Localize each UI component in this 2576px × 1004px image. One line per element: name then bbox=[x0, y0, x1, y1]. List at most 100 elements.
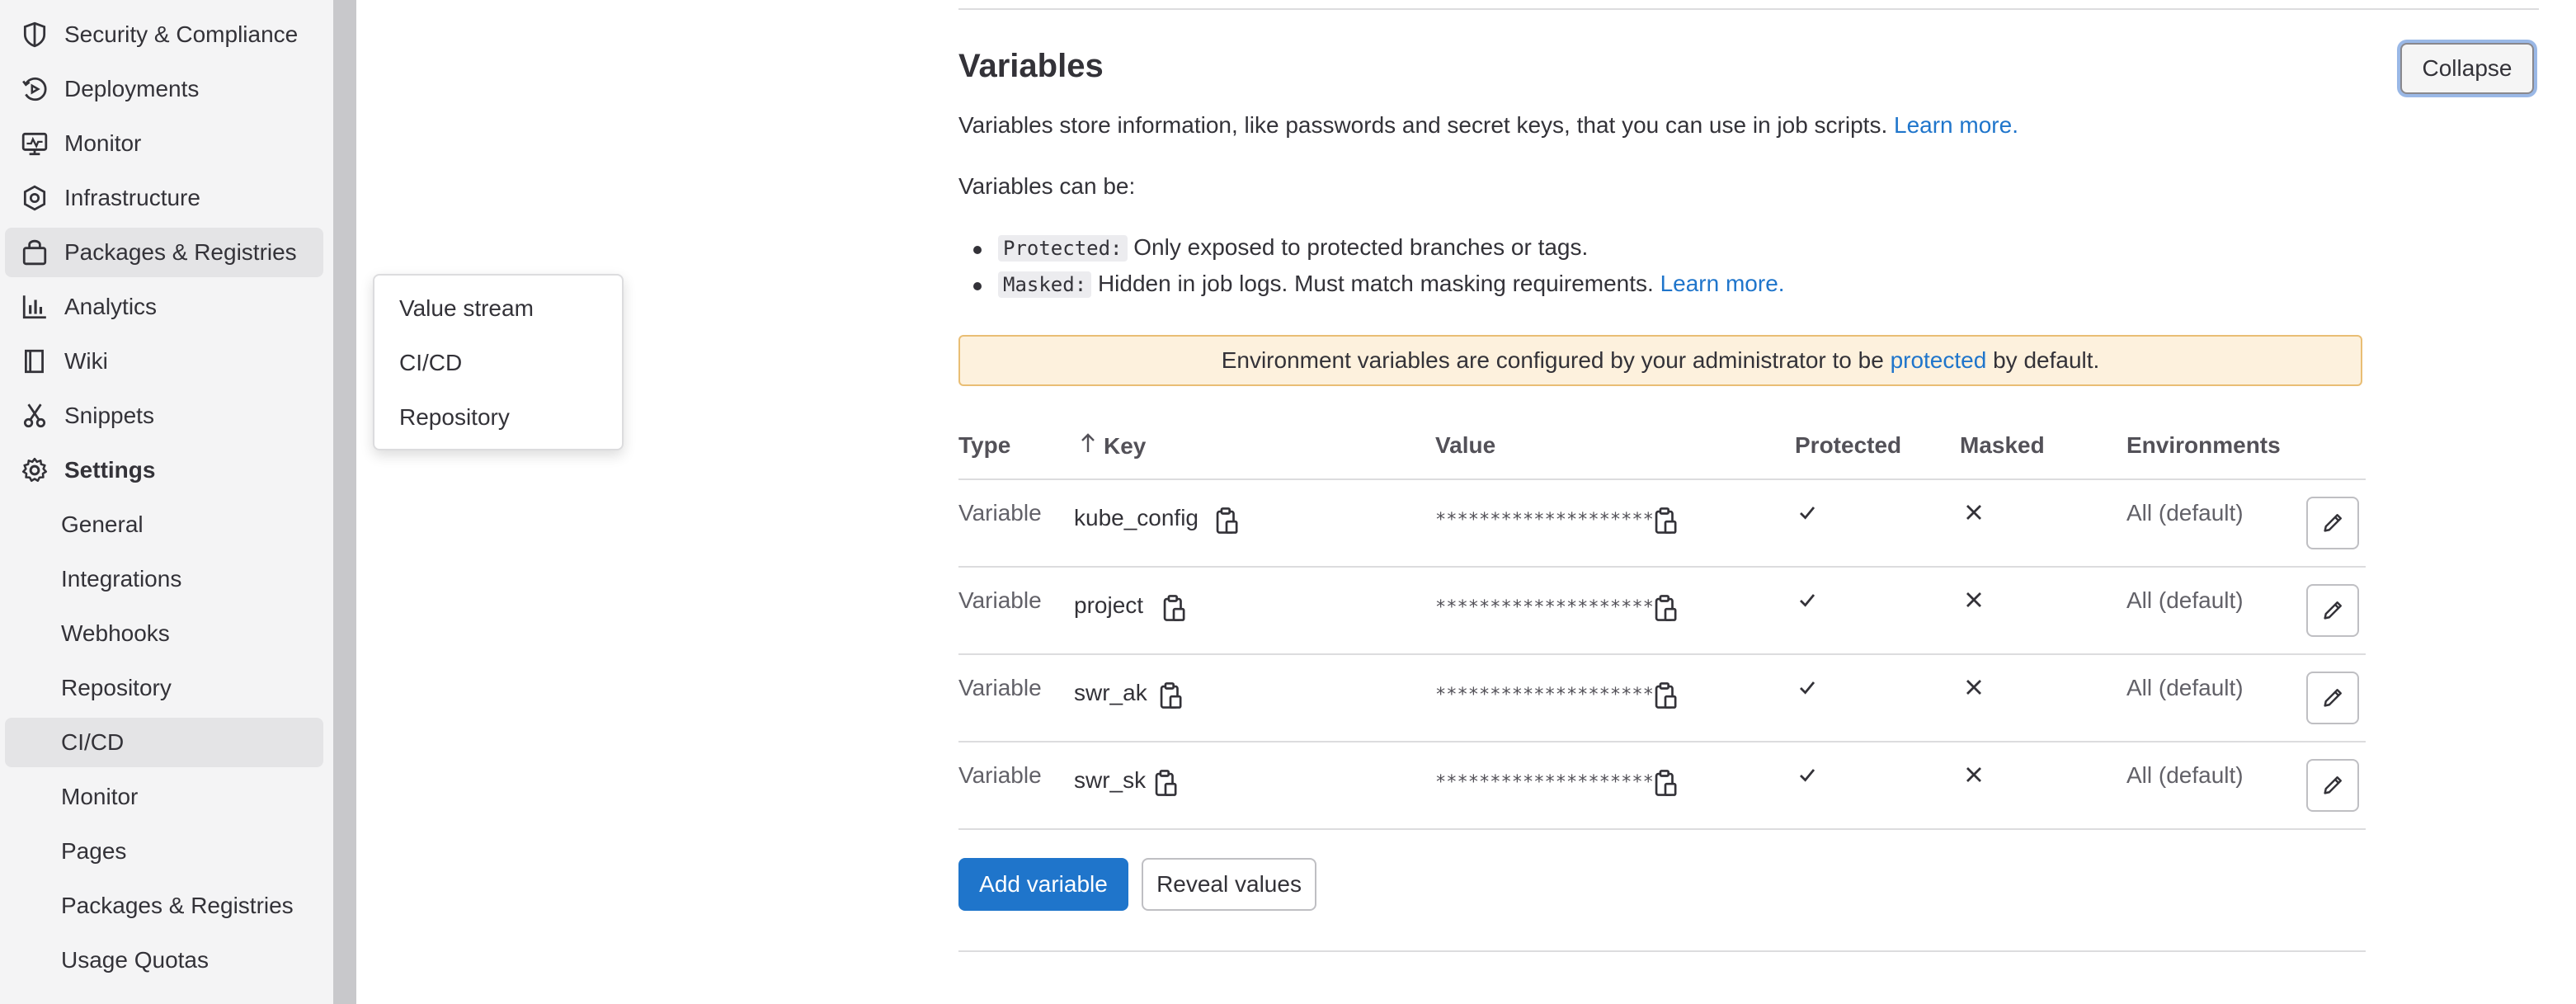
check-icon bbox=[1797, 676, 1818, 702]
sidebar-item-settings[interactable]: Settings bbox=[5, 445, 323, 495]
settings-subitem-repository[interactable]: Repository bbox=[5, 663, 323, 713]
settings-subitem-integrations[interactable]: Integrations bbox=[5, 554, 323, 604]
shield-icon bbox=[18, 18, 51, 51]
add-variable-button[interactable]: Add variable bbox=[958, 858, 1128, 911]
copy-key-icon[interactable] bbox=[1161, 594, 1186, 626]
settings-subitem-monitor[interactable]: Monitor bbox=[5, 772, 323, 822]
analytics-icon bbox=[18, 290, 51, 323]
sidebar-item-label: Security & Compliance bbox=[64, 21, 299, 47]
sidebar-item-label: Analytics bbox=[64, 294, 158, 319]
section-description: Variables store information, like passwo… bbox=[958, 112, 2018, 139]
sidebar: Security & Compliance Deployments Monito… bbox=[0, 0, 356, 1004]
copy-value-icon[interactable] bbox=[1653, 769, 1678, 801]
close-icon bbox=[1963, 589, 1985, 615]
key-header-label: Key bbox=[1104, 433, 1147, 459]
pencil-icon bbox=[2320, 686, 2345, 710]
cell-type: Variable bbox=[958, 587, 1042, 613]
sidebar-item-deployments[interactable]: Deployments bbox=[5, 64, 323, 114]
settings-subitem-pages[interactable]: Pages bbox=[5, 827, 323, 876]
settings-subitem-usage-quotas[interactable]: Usage Quotas bbox=[5, 936, 323, 985]
section-title: Variables bbox=[958, 48, 1104, 84]
cell-type: Variable bbox=[958, 762, 1042, 788]
sidebar-item-snippets[interactable]: Snippets bbox=[5, 391, 323, 441]
col-header-protected: Protected bbox=[1795, 432, 1902, 458]
col-header-key[interactable]: Key bbox=[1081, 432, 1146, 460]
edit-variable-button[interactable] bbox=[2306, 672, 2359, 724]
collapse-button[interactable]: Collapse bbox=[2400, 43, 2534, 94]
copy-value-icon[interactable] bbox=[1653, 507, 1678, 539]
edit-variable-button[interactable] bbox=[2306, 497, 2359, 549]
masked-description: Hidden in job logs. Must match masking r… bbox=[1097, 271, 1654, 296]
flyout-item-cicd[interactable]: CI/CD bbox=[374, 338, 622, 388]
col-header-environments: Environments bbox=[2126, 432, 2281, 458]
subitem-label: CI/CD bbox=[61, 729, 125, 755]
sidebar-item-security-compliance[interactable]: Security & Compliance bbox=[5, 10, 323, 59]
sidebar-item-packages-registries[interactable]: Packages & Registries bbox=[5, 228, 323, 277]
sidebar-item-label: Snippets bbox=[64, 403, 154, 428]
subitem-label: Repository bbox=[61, 675, 172, 700]
cell-value: ******************** bbox=[1435, 772, 1654, 793]
subitem-label: Usage Quotas bbox=[61, 947, 209, 973]
copy-key-icon[interactable] bbox=[1158, 681, 1183, 714]
flyout-item-label: Value stream bbox=[399, 295, 534, 321]
sidebar-item-analytics[interactable]: Analytics bbox=[5, 282, 323, 332]
subitem-label: Monitor bbox=[61, 784, 139, 809]
masked-bullet: Masked: Hidden in job logs. Must match m… bbox=[973, 271, 1785, 298]
edit-variable-button[interactable] bbox=[2306, 584, 2359, 637]
copy-value-icon[interactable] bbox=[1653, 681, 1678, 714]
protected-description: Only exposed to protected branches or ta… bbox=[1133, 234, 1589, 260]
settings-subitem-packages-registries[interactable]: Packages & Registries bbox=[5, 881, 323, 931]
alert-text-end: by default. bbox=[1993, 347, 2100, 373]
section-divider bbox=[958, 8, 2539, 10]
flyout-item-value-stream[interactable]: Value stream bbox=[374, 284, 622, 333]
infrastructure-icon bbox=[18, 181, 51, 214]
sidebar-item-monitor[interactable]: Monitor bbox=[5, 119, 323, 168]
reveal-values-button[interactable]: Reveal values bbox=[1142, 858, 1316, 911]
settings-subitem-webhooks[interactable]: Webhooks bbox=[5, 609, 323, 658]
learn-more-link[interactable]: Learn more. bbox=[1894, 112, 2018, 138]
subitem-label: General bbox=[61, 511, 144, 537]
check-icon bbox=[1797, 502, 1818, 527]
pencil-icon bbox=[2320, 598, 2345, 623]
pencil-icon bbox=[2320, 511, 2345, 535]
sidebar-item-label: Settings bbox=[64, 457, 156, 483]
flyout-item-label: Repository bbox=[399, 404, 510, 430]
settings-subitem-general[interactable]: General bbox=[5, 500, 323, 549]
subitem-label: Pages bbox=[61, 838, 127, 864]
copy-value-icon[interactable] bbox=[1653, 594, 1678, 626]
check-icon bbox=[1797, 589, 1818, 615]
protected-bullet: Protected: Only exposed to protected bra… bbox=[972, 234, 1589, 262]
description-text: Variables store information, like passwo… bbox=[958, 112, 1888, 138]
monitor-icon bbox=[18, 127, 51, 160]
copy-key-icon[interactable] bbox=[1153, 769, 1178, 801]
cell-key: kube_config bbox=[1074, 505, 1199, 530]
sidebar-item-label: Packages & Registries bbox=[64, 239, 297, 265]
flyout-item-repository[interactable]: Repository bbox=[374, 393, 622, 442]
check-icon bbox=[1797, 764, 1818, 790]
row-divider bbox=[958, 741, 2366, 742]
deployments-icon bbox=[18, 73, 51, 106]
sidebar-item-wiki[interactable]: Wiki bbox=[5, 337, 323, 386]
copy-key-icon[interactable] bbox=[1214, 507, 1239, 539]
subitem-label: Integrations bbox=[61, 566, 182, 592]
sidebar-item-infrastructure[interactable]: Infrastructure bbox=[5, 173, 323, 223]
cell-environment: All (default) bbox=[2126, 675, 2244, 700]
cell-environment: All (default) bbox=[2126, 500, 2244, 526]
sidebar-item-label: Monitor bbox=[64, 130, 142, 156]
settings-subitem-cicd[interactable]: CI/CD bbox=[5, 718, 323, 767]
cell-value: ******************** bbox=[1435, 685, 1654, 705]
close-icon bbox=[1963, 764, 1985, 790]
cell-key: swr_ak bbox=[1074, 680, 1147, 705]
row-divider bbox=[958, 653, 2366, 655]
protected-link[interactable]: protected bbox=[1891, 347, 1987, 374]
col-header-value: Value bbox=[1435, 432, 1496, 458]
cell-key: project bbox=[1074, 592, 1144, 618]
row-divider bbox=[958, 566, 2366, 568]
edit-variable-button[interactable] bbox=[2306, 759, 2359, 812]
pencil-icon bbox=[2320, 773, 2345, 798]
masking-learn-more-link[interactable]: Learn more. bbox=[1660, 271, 1785, 296]
flyout-menu: Value stream CI/CD Repository bbox=[373, 274, 624, 450]
alert-text: Environment variables are configured by … bbox=[1221, 347, 1884, 373]
gear-icon bbox=[18, 454, 51, 487]
row-divider bbox=[958, 828, 2366, 830]
